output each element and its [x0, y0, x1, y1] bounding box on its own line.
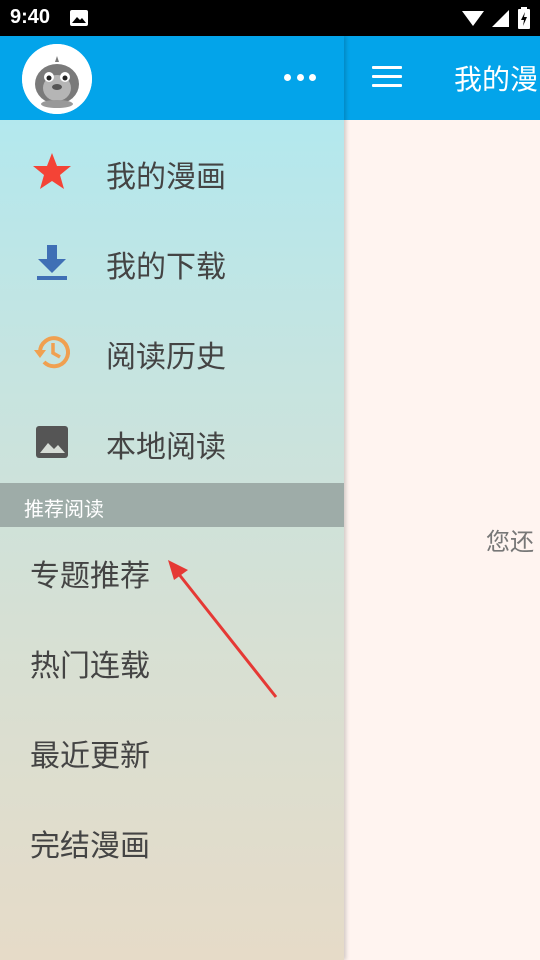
rec-item-label: 完结漫画 — [30, 829, 150, 864]
rec-item-label: 热门连载 — [30, 649, 150, 684]
status-bar: 9:40 — [0, 0, 540, 36]
section-header-recommended: 推荐阅读 — [0, 483, 344, 527]
rec-item-label: 最近更新 — [30, 739, 150, 774]
nav-item-my-downloads[interactable]: 我的下载 — [0, 214, 344, 304]
nav-item-local-reading[interactable]: 本地阅读 — [0, 394, 344, 484]
history-icon — [34, 336, 70, 369]
nav-item-label: 本地阅读 — [106, 430, 226, 465]
empty-state-text: 您还 — [486, 528, 534, 556]
nav-item-reading-history[interactable]: 阅读历史 — [0, 304, 344, 394]
nav-item-label: 我的下载 — [106, 250, 226, 285]
nav-item-label: 阅读历史 — [106, 340, 226, 375]
mascot-avatar-icon — [22, 44, 92, 114]
image-icon — [36, 426, 68, 458]
nav-item-my-comics[interactable]: 我的漫画 — [0, 124, 344, 214]
drawer-header — [0, 36, 344, 120]
gallery-notification-icon — [70, 10, 88, 26]
rec-item-recent-updates[interactable]: 最近更新 — [0, 707, 344, 797]
avatar[interactable] — [22, 44, 92, 114]
signal-icon — [492, 10, 509, 27]
download-icon — [37, 245, 67, 280]
hamburger-menu-icon[interactable] — [372, 66, 402, 90]
navigation-drawer: 我的漫画 我的下载 阅读历史 本地阅读 推荐阅读 专题推荐 热门连载 最近更新 … — [0, 36, 344, 960]
annotation-arrow-icon — [168, 560, 278, 698]
nav-item-label: 我的漫画 — [106, 160, 226, 195]
status-time: 9:40 — [10, 6, 51, 28]
rec-item-label: 专题推荐 — [30, 559, 150, 594]
main-page-title: 我的漫 — [454, 63, 539, 96]
wifi-icon — [462, 11, 484, 26]
drawer-body: 我的漫画 我的下载 阅读历史 本地阅读 推荐阅读 专题推荐 热门连载 最近更新 … — [0, 120, 344, 960]
section-title: 推荐阅读 — [24, 497, 104, 521]
status-indicators — [462, 7, 530, 29]
battery-icon — [518, 7, 530, 29]
more-options-icon[interactable] — [284, 74, 316, 84]
star-icon — [33, 153, 71, 189]
rec-item-completed-comics[interactable]: 完结漫画 — [0, 797, 344, 887]
